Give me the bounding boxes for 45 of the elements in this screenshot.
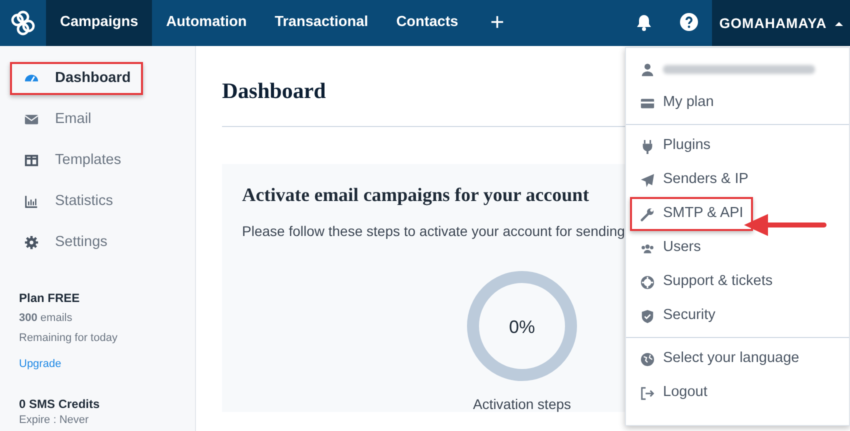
nav-tab[interactable]: Campaigns: [46, 0, 152, 46]
lifebuoy-icon: [640, 274, 655, 290]
wrench-icon: [640, 206, 655, 222]
menu-item[interactable]: Logout: [626, 376, 710, 410]
plan-title: Plan FREE: [19, 291, 81, 305]
globe-icon: [640, 352, 655, 366]
envelope-icon: [24, 112, 39, 127]
nav-tab[interactable]: Automation: [152, 0, 261, 46]
email-count: 300 emails: [19, 311, 74, 325]
menu-item[interactable]: SMTP & API: [630, 197, 754, 231]
user-icon: [640, 62, 655, 76]
logo-icon: [10, 10, 36, 36]
sidebar-item[interactable]: Email: [10, 103, 104, 136]
menu-item[interactable]: Users: [626, 231, 703, 265]
progress-caption: Activation steps: [472, 394, 572, 412]
menu-item[interactable]: Select your language: [626, 342, 802, 376]
logout-icon: [640, 386, 655, 400]
page-title: Dashboard: [222, 78, 326, 104]
sidebar-item[interactable]: Statistics: [10, 185, 126, 218]
bar-chart-icon: [24, 194, 39, 209]
account-menu-button[interactable]: GOMAHAMAYA: [712, 0, 850, 46]
plug-icon: [640, 138, 655, 154]
sidebar-item[interactable]: Templates: [10, 144, 134, 177]
add-button[interactable]: +: [476, 0, 518, 46]
paper-plane-icon: [640, 172, 655, 188]
help-icon: [680, 13, 698, 32]
menu-item[interactable]: Support & tickets: [626, 265, 775, 299]
nav-tab[interactable]: Transactional: [260, 0, 382, 46]
progress-value: 0%: [508, 316, 536, 339]
bell-icon: [636, 14, 652, 31]
shield-icon: [640, 308, 655, 324]
settings-icon: [24, 235, 39, 250]
sidebar-item[interactable]: Settings: [10, 226, 120, 259]
layout-icon: [24, 153, 39, 168]
menu-item[interactable]: Plugins: [626, 129, 713, 163]
card-text: Please follow these steps to activate your account for sending: [242, 222, 626, 241]
menu-item[interactable]: Senders & IP: [626, 163, 750, 197]
nav-tab[interactable]: Contacts: [382, 0, 472, 46]
menu-item[interactable]: Security: [626, 299, 718, 333]
expire-label: Expire : Never: [19, 414, 90, 427]
sidebar-item[interactable]: Dashboard: [10, 62, 143, 95]
sms-credits: 0 SMS Credits: [19, 397, 101, 411]
remaining-label: Remaining for today: [19, 331, 118, 345]
menu-item[interactable]: My plan: [626, 86, 716, 120]
card-heading: Activate email campaigns for your account: [242, 184, 590, 208]
